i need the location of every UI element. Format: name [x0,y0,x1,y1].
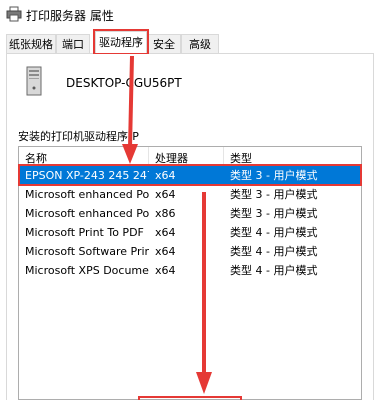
tab-advanced[interactable]: 高级 [181,34,219,53]
driver-type: 类型 3 - 用户模式 [230,188,318,201]
table-row[interactable]: Microsoft Print To PDF x64 类型 4 - 用户模式 [19,223,361,242]
tab-ports[interactable]: 端口 [56,34,90,53]
title-bar: 打印服务器 属性 [0,0,380,30]
driver-processor: x64 [155,188,176,201]
window-title: 打印服务器 属性 [26,9,114,23]
table-row[interactable]: Microsoft enhanced Poi... x64 类型 3 - 用户模… [19,185,361,204]
driver-name: Microsoft enhanced Poi... [25,188,149,201]
driver-processor: x64 [155,245,176,258]
driver-type: 类型 3 - 用户模式 [230,207,318,220]
selected-row-highlight-box [18,164,362,186]
driver-name: Microsoft enhanced Poi... [25,207,149,220]
driver-name: Microsoft Software Prin... [25,245,149,258]
table-row[interactable]: Microsoft enhanced Poi... x86 类型 3 - 用户模… [19,204,361,223]
driver-type: 类型 4 - 用户模式 [230,245,318,258]
driver-type: 类型 4 - 用户模式 [230,226,318,239]
driver-name: Microsoft XPS Docume... [25,264,149,277]
printer-icon [6,6,22,22]
driver-name: Microsoft Print To PDF [25,226,144,239]
annotation-arrow-down-icon [196,192,212,394]
computer-tower-icon [26,66,42,96]
table-row[interactable]: Microsoft Software Prin... x64 类型 4 - 用户… [19,242,361,261]
button-highlight-box [138,396,242,400]
annotation-arrow-down-icon [122,55,138,164]
driver-processor: x64 [155,226,176,239]
driver-processor: x86 [155,207,176,220]
driver-type: 类型 4 - 用户模式 [230,264,318,277]
drivers-tab-highlight-box [93,29,149,55]
tab-security[interactable]: 安全 [147,34,181,53]
driver-processor: x64 [155,264,176,277]
tab-paper-sizes[interactable]: 纸张规格 [6,34,56,53]
table-row[interactable]: Microsoft XPS Docume... x64 类型 4 - 用户模式 [19,261,361,280]
